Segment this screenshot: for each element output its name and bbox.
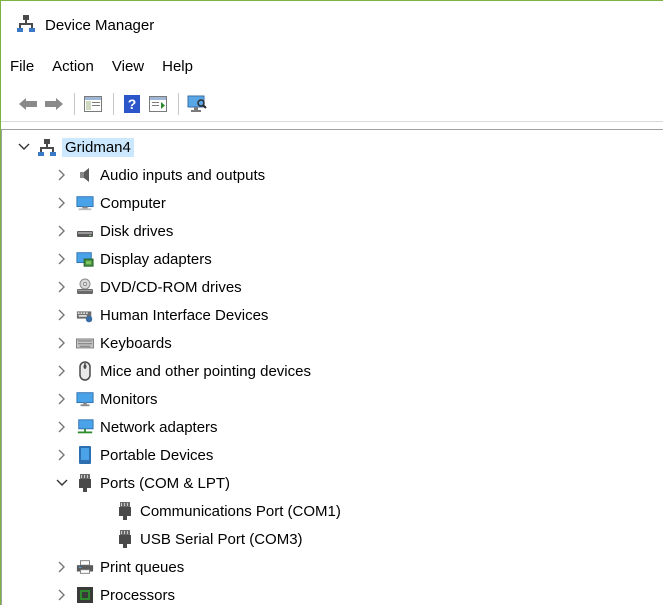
speaker-icon	[76, 166, 94, 184]
tree-item-disk-drives[interactable]: Disk drives	[54, 218, 173, 244]
device-manager-app-icon	[17, 14, 35, 36]
tree-item-label: Processors	[100, 586, 176, 604]
tree-item-label: Ports (COM & LPT)	[100, 474, 231, 492]
chevron-right-icon[interactable]	[54, 335, 70, 351]
tree-item-label: Print queues	[100, 558, 185, 576]
device-tree[interactable]: Gridman4 Audio inputs and outputs Comput…	[1, 129, 663, 605]
chevron-right-icon[interactable]	[54, 251, 70, 267]
tree-child-label: Communications Port (COM1)	[140, 502, 341, 520]
chevron-right-icon[interactable]	[54, 391, 70, 407]
computer-tree-icon	[38, 138, 56, 156]
mouse-icon	[76, 361, 94, 381]
tree-item-monitors[interactable]: Monitors	[54, 386, 158, 412]
chevron-right-icon[interactable]	[54, 419, 70, 435]
disk-drive-icon	[76, 222, 94, 240]
chevron-right-icon[interactable]	[54, 363, 70, 379]
tree-item-audio[interactable]: Audio inputs and outputs	[54, 162, 265, 188]
tree-item-label: Human Interface Devices	[100, 306, 269, 324]
toolbar: ?	[1, 86, 663, 122]
chevron-right-icon[interactable]	[54, 307, 70, 323]
tree-item-label: Audio inputs and outputs	[100, 166, 266, 184]
tree-item-label: Monitors	[100, 390, 158, 408]
chevron-right-icon[interactable]	[54, 167, 70, 183]
chevron-down-icon[interactable]	[54, 475, 70, 491]
processor-icon	[76, 586, 94, 604]
port-icon	[116, 502, 134, 520]
tree-child-label: USB Serial Port (COM3)	[140, 530, 303, 548]
tree-child-com1[interactable]: Communications Port (COM1)	[116, 498, 341, 524]
printer-icon	[76, 558, 94, 576]
tree-item-mice[interactable]: Mice and other pointing devices	[54, 358, 311, 384]
tree-item-label: Mice and other pointing devices	[100, 362, 311, 380]
title-bar[interactable]: Device Manager	[1, 1, 663, 49]
tree-item-label: Disk drives	[100, 222, 174, 240]
help-icon[interactable]: ?	[121, 93, 143, 115]
svg-text:?: ?	[128, 96, 137, 112]
menu-bar: File Action View Help	[1, 53, 202, 81]
hid-icon	[76, 306, 94, 324]
menu-file[interactable]: File	[1, 53, 43, 81]
tree-item-print-queues[interactable]: Print queues	[54, 554, 184, 580]
dvd-drive-icon	[76, 278, 94, 296]
network-adapter-icon	[76, 418, 94, 436]
tree-item-label: Keyboards	[100, 334, 172, 352]
chevron-right-icon[interactable]	[54, 587, 70, 603]
tree-item-dvd-cdrom[interactable]: DVD/CD-ROM drives	[54, 274, 242, 300]
chevron-right-icon[interactable]	[54, 195, 70, 211]
toolbar-separator	[113, 92, 114, 115]
tree-item-portable-devices[interactable]: Portable Devices	[54, 442, 213, 468]
tree-item-processors[interactable]: Processors	[54, 582, 175, 605]
monitor-icon	[76, 390, 94, 408]
menu-help[interactable]: Help	[153, 53, 202, 81]
chevron-right-icon[interactable]	[54, 223, 70, 239]
tree-item-hid[interactable]: Human Interface Devices	[54, 302, 268, 328]
back-icon[interactable]	[17, 93, 39, 115]
tree-root-label: Gridman4	[62, 137, 134, 157]
keyboard-icon	[76, 334, 94, 352]
portable-device-icon	[76, 446, 94, 464]
chevron-right-icon[interactable]	[54, 559, 70, 575]
display-adapter-icon	[76, 250, 94, 268]
menu-view[interactable]: View	[103, 53, 153, 81]
port-icon	[76, 474, 94, 492]
forward-icon[interactable]	[43, 93, 65, 115]
toolbar-separator	[74, 92, 75, 115]
window-title: Device Manager	[45, 16, 155, 34]
tree-item-label: Computer	[100, 194, 166, 212]
tree-item-keyboards[interactable]: Keyboards	[54, 330, 172, 356]
tree-item-display-adapters[interactable]: Display adapters	[54, 246, 212, 272]
chevron-right-icon[interactable]	[54, 447, 70, 463]
port-icon	[116, 530, 134, 548]
menu-action[interactable]: Action	[43, 53, 103, 81]
tree-item-label: Display adapters	[100, 250, 212, 268]
tree-item-label: Network adapters	[100, 418, 218, 436]
show-hide-console-tree-icon[interactable]	[82, 93, 104, 115]
properties-icon[interactable]	[147, 93, 169, 115]
scan-hardware-icon[interactable]	[186, 93, 208, 115]
tree-item-ports[interactable]: Ports (COM & LPT)	[54, 470, 230, 496]
tree-item-label: DVD/CD-ROM drives	[100, 278, 242, 296]
device-manager-window: Device Manager File Action View Help ? G…	[0, 0, 663, 605]
tree-item-network-adapters[interactable]: Network adapters	[54, 414, 218, 440]
computer-icon	[76, 194, 94, 212]
tree-root-gridman4[interactable]: Gridman4	[16, 134, 134, 160]
chevron-right-icon[interactable]	[54, 279, 70, 295]
tree-item-label: Portable Devices	[100, 446, 214, 464]
chevron-down-icon[interactable]	[16, 139, 32, 155]
tree-item-computer[interactable]: Computer	[54, 190, 166, 216]
toolbar-separator	[178, 92, 179, 115]
tree-child-com3[interactable]: USB Serial Port (COM3)	[116, 526, 303, 552]
